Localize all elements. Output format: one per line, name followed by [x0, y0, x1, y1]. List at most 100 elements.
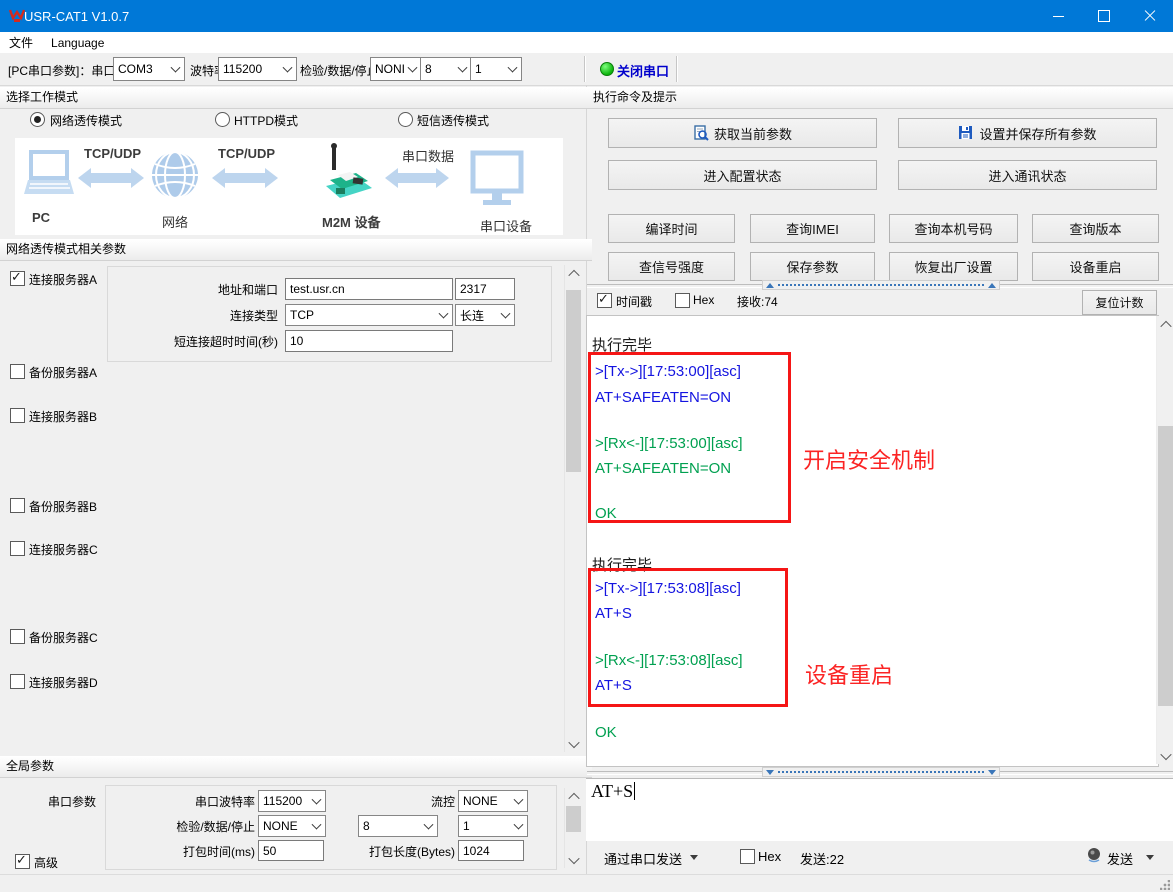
close-button[interactable]: [1127, 0, 1173, 32]
factory-reset-button[interactable]: 恢复出厂设置: [889, 252, 1018, 281]
net-params-header: 网络透传模式相关参数: [0, 239, 592, 261]
toolbar-separator: [584, 56, 585, 82]
port-input[interactable]: 2317: [455, 278, 515, 300]
address-input[interactable]: test.usr.cn: [285, 278, 453, 300]
send-hex-checkbox[interactable]: [740, 849, 755, 864]
scrollbar-thumb[interactable]: [566, 806, 581, 832]
log-scrollbar[interactable]: [1156, 316, 1173, 764]
scroll-up-icon[interactable]: [1157, 316, 1173, 333]
annotation-text-1: 开启安全机制: [803, 443, 935, 475]
radio-httpd-mode[interactable]: [215, 112, 230, 127]
short-timeout-label: 短连接超时时间(秒): [148, 333, 278, 350]
send-input-area[interactable]: AT+S: [586, 778, 1173, 841]
search-doc-icon: [693, 125, 709, 141]
send-button[interactable]: 发送: [1107, 849, 1133, 868]
backup-server-b-label[interactable]: 备份服务器B: [29, 498, 97, 515]
set-save-params-button[interactable]: 设置并保存所有参数: [898, 118, 1157, 148]
gp-stopbits-select[interactable]: 1: [458, 815, 528, 837]
gp-flow-select[interactable]: NONE: [458, 790, 528, 812]
scroll-down-icon[interactable]: [1157, 747, 1173, 764]
radio-sms-mode[interactable]: [398, 112, 413, 127]
diagram-link3-label: 串口数据: [402, 146, 454, 165]
menu-language[interactable]: Language: [51, 36, 104, 50]
server-a-checkbox[interactable]: [10, 271, 25, 286]
send-splitter-handle[interactable]: [762, 767, 1000, 777]
server-b-label[interactable]: 连接服务器B: [29, 408, 97, 425]
scroll-up-icon[interactable]: [565, 265, 582, 282]
timestamp-checkbox[interactable]: [597, 293, 612, 308]
gp-baud-select[interactable]: 115200: [258, 790, 326, 812]
stopbits-select[interactable]: 1: [470, 57, 522, 81]
scroll-down-icon[interactable]: [565, 851, 582, 868]
baud-select[interactable]: 115200: [218, 57, 297, 81]
backup-server-c-label[interactable]: 备份服务器C: [29, 629, 98, 646]
log-splitter-handle[interactable]: [762, 280, 1000, 290]
resize-grip[interactable]: [1160, 880, 1170, 890]
conn-mode-select[interactable]: 长连: [455, 304, 515, 326]
pack-time-input[interactable]: 50: [258, 840, 324, 861]
reset-count-button[interactable]: 复位计数: [1082, 290, 1157, 315]
server-b-checkbox[interactable]: [10, 408, 25, 423]
text-caret: [634, 782, 635, 800]
log-hex-label[interactable]: Hex: [693, 293, 714, 307]
compile-time-button[interactable]: 编译时间: [608, 214, 735, 243]
scrollbar-thumb[interactable]: [566, 290, 581, 472]
chevron-down-icon[interactable]: [1146, 855, 1154, 860]
server-d-label[interactable]: 连接服务器D: [29, 674, 98, 691]
menu-file[interactable]: 文件: [9, 34, 33, 51]
log-tx2-header: >[Tx->][17:53:08][asc]: [595, 580, 741, 597]
backup-server-c-checkbox[interactable]: [10, 629, 25, 644]
advanced-label[interactable]: 高级: [34, 854, 58, 871]
query-number-button[interactable]: 查询本机号码: [889, 214, 1018, 243]
enter-config-button[interactable]: 进入配置状态: [608, 160, 877, 190]
left-panel-scrollbar[interactable]: [564, 265, 582, 752]
parity-select[interactable]: NONI: [370, 57, 422, 81]
scrollbar-thumb[interactable]: [1158, 426, 1173, 706]
com-port-select[interactable]: COM3: [113, 57, 185, 81]
server-c-label[interactable]: 连接服务器C: [29, 541, 98, 558]
global-params-scrollbar[interactable]: [564, 788, 582, 868]
query-version-button[interactable]: 查询版本: [1032, 214, 1159, 243]
status-bar: [0, 874, 1173, 892]
addr-port-label: 地址和端口: [148, 281, 278, 298]
server-a-label[interactable]: 连接服务器A: [29, 271, 97, 288]
close-serial-button[interactable]: 关闭串口: [617, 61, 669, 80]
radio-net-transparent-label[interactable]: 网络透传模式: [50, 112, 122, 129]
pc-serial-label: [PC串口参数]：串口号: [8, 62, 127, 79]
conn-type-select[interactable]: TCP: [285, 304, 453, 326]
minimize-button[interactable]: [1035, 0, 1081, 32]
backup-server-a-checkbox[interactable]: [10, 364, 25, 379]
databits-select[interactable]: 8: [420, 57, 472, 81]
maximize-button[interactable]: [1081, 0, 1127, 32]
query-signal-button[interactable]: 查信号强度: [608, 252, 735, 281]
chevron-down-icon: [424, 820, 434, 830]
double-arrow-icon: [212, 168, 278, 188]
send-via-serial-dropdown[interactable]: 通过串口发送: [604, 849, 682, 868]
short-timeout-input[interactable]: 10: [285, 330, 453, 352]
gp-parity-select[interactable]: NONE: [258, 815, 326, 837]
radio-sms-label[interactable]: 短信透传模式: [417, 112, 489, 129]
backup-server-a-label[interactable]: 备份服务器A: [29, 364, 97, 381]
server-d-checkbox[interactable]: [10, 674, 25, 689]
send-hex-label[interactable]: Hex: [758, 849, 781, 864]
advanced-checkbox[interactable]: [15, 854, 30, 869]
collapse-down-icon: [988, 770, 996, 775]
server-c-checkbox[interactable]: [10, 541, 25, 556]
timestamp-label[interactable]: 时间戳: [616, 293, 652, 310]
enter-comm-button[interactable]: 进入通讯状态: [898, 160, 1157, 190]
scroll-up-icon[interactable]: [565, 788, 582, 805]
chevron-down-icon: [312, 820, 322, 830]
get-params-button[interactable]: 获取当前参数: [608, 118, 877, 148]
query-imei-button[interactable]: 查询IMEI: [750, 214, 875, 243]
backup-server-b-checkbox[interactable]: [10, 498, 25, 513]
save-params-button[interactable]: 保存参数: [750, 252, 875, 281]
chevron-down-icon[interactable]: [690, 855, 698, 860]
device-restart-button[interactable]: 设备重启: [1032, 252, 1159, 281]
gp-databits-select[interactable]: 8: [358, 815, 438, 837]
scroll-down-icon[interactable]: [565, 735, 582, 752]
radio-net-transparent-mode[interactable]: [30, 112, 45, 127]
radio-httpd-label[interactable]: HTTPD模式: [234, 112, 298, 129]
log-hex-checkbox[interactable]: [675, 293, 690, 308]
pack-len-input[interactable]: 1024: [458, 840, 524, 861]
log-tx1-data: AT+SAFEATEN=ON: [595, 389, 731, 406]
